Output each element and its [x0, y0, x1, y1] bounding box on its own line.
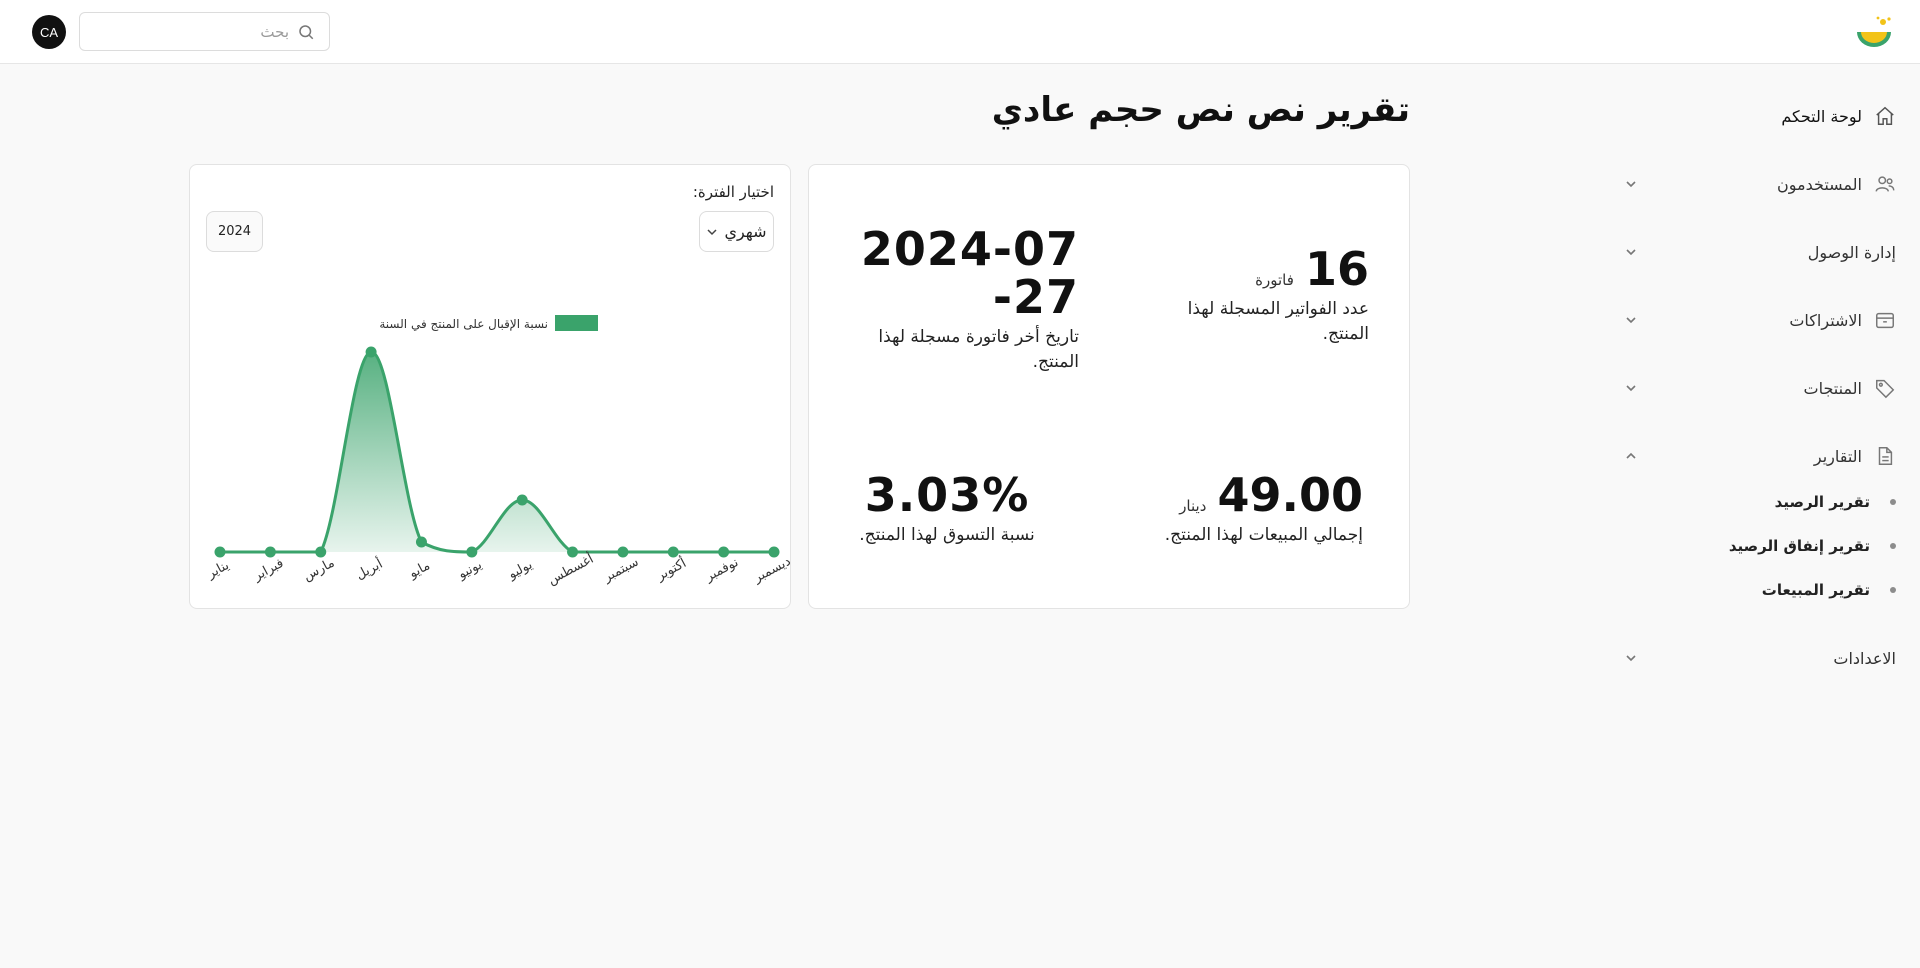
- data-point-6[interactable]: [466, 546, 478, 558]
- sidebar-item-dashboard[interactable]: لوحة التحكم: [1624, 98, 1896, 134]
- top-header: CA: [0, 0, 1920, 64]
- sidebar-item-label: إدارة الوصول: [1807, 242, 1896, 262]
- stat-unit: فاتورة: [1255, 271, 1294, 289]
- stat-value: 2024-07-27: [860, 222, 1079, 324]
- sidebar-subitem-balance-spending-report[interactable]: تقرير إنفاق الرصيد: [1666, 532, 1896, 560]
- stat-unit: دينار: [1179, 497, 1207, 515]
- legend-label: نسبة الإقبال على المنتج في السنة: [379, 317, 548, 331]
- stat-value: 49.00: [1217, 468, 1363, 522]
- stat-description: تاريخ أخر فاتورة مسجلة لهذا المنتج.: [878, 327, 1079, 372]
- x-tick-label: أبريل: [353, 555, 386, 583]
- sidebar-item-label: المنتجات: [1803, 378, 1863, 398]
- sidebar-item-label: التقارير: [1813, 446, 1862, 466]
- legend-swatch: [555, 315, 598, 331]
- sidebar-subitem-label: تقرير إنفاق الرصيد: [1728, 537, 1870, 555]
- users-icon: [1875, 176, 1895, 192]
- sidebar-item-access-management[interactable]: إدارة الوصول: [1624, 234, 1896, 270]
- bullet-dot: [1890, 543, 1896, 549]
- chevron-down-icon: [1626, 317, 1636, 324]
- x-tick-label: يوليو: [505, 557, 535, 583]
- data-point-10[interactable]: [667, 546, 679, 558]
- brand-logo-icon[interactable]: [1853, 14, 1895, 52]
- x-tick-label: نوفمبر: [702, 555, 741, 585]
- data-point-2[interactable]: [264, 546, 276, 558]
- chevron-down-icon: [1626, 249, 1636, 256]
- sidebar-item-label: المستخدمون: [1777, 174, 1862, 194]
- stat-value: 16: [1304, 242, 1369, 296]
- chevron-down-icon: [1626, 181, 1636, 188]
- sidebar-item-settings[interactable]: الاعدادات: [1624, 640, 1896, 676]
- chevron-up-icon: [1626, 452, 1636, 459]
- data-point-3[interactable]: [315, 546, 327, 558]
- data-point-4[interactable]: [365, 346, 377, 358]
- data-point-11[interactable]: [718, 546, 730, 558]
- data-point-1[interactable]: [214, 546, 226, 558]
- chart-card: اختيار الفترة: شهري 2024 نسبة الإقبال عل…: [189, 164, 792, 609]
- x-tick-label: يناير: [204, 558, 232, 582]
- bullet-dot: [1890, 499, 1896, 505]
- search-input[interactable]: [109, 22, 289, 41]
- series-line: [219, 350, 774, 554]
- stat-description: إجمالي المبيعات لهذا المنتج.: [1164, 525, 1363, 545]
- tag-icon: [1876, 379, 1895, 399]
- stats-card: 16 فاتورة عدد الفواتير المسجلة لهذا المن…: [808, 164, 1410, 609]
- sidebar-subitem-balance-report[interactable]: تقرير الرصيد: [1666, 488, 1896, 516]
- chevron-down-icon: [1626, 385, 1636, 392]
- data-point-9[interactable]: [617, 546, 629, 558]
- bullet-dot: [1890, 587, 1896, 593]
- sidebar-item-reports[interactable]: التقارير: [1624, 438, 1896, 474]
- sidebar-subitem-label: تقرير الرصيد: [1774, 493, 1870, 511]
- sidebar-item-users[interactable]: المستخدمون: [1624, 166, 1896, 202]
- sidebar-item-products[interactable]: المنتجات: [1624, 370, 1896, 406]
- sidebar-item-label: لوحة التحكم: [1781, 106, 1862, 126]
- x-tick-label: يونيو: [455, 557, 485, 582]
- x-tick-label: ديسمبر: [750, 554, 792, 586]
- page-title: تقرير نص نص حجم عادي: [991, 90, 1410, 130]
- home-icon: [1876, 106, 1894, 125]
- stat-description: نسبة التسوق لهذا المنتج.: [859, 525, 1035, 545]
- sidebar: لوحة التحكم المستخدمون إدارة الوصول الاش…: [1620, 64, 1920, 968]
- area-chart: نسبة الإقبال على المنتج في السنة يناير فب…: [204, 315, 792, 588]
- sidebar-item-subscriptions[interactable]: الاشتراكات: [1624, 302, 1896, 338]
- search-box[interactable]: [79, 12, 330, 51]
- data-point-12[interactable]: [768, 546, 780, 558]
- box-icon: [1876, 312, 1894, 329]
- user-avatar[interactable]: CA: [32, 15, 66, 49]
- x-tick-label: مايو: [406, 558, 433, 582]
- stat-total-sales: 49.00 دينار إجمالي المبيعات لهذا المنتج.: [1123, 471, 1363, 548]
- x-tick-label: مارس: [301, 556, 337, 585]
- data-point-8[interactable]: [567, 546, 579, 558]
- file-icon: [1878, 447, 1893, 465]
- x-tick-label: سبتمبر: [600, 555, 641, 586]
- sidebar-item-label: الاعدادات: [1833, 648, 1896, 668]
- stat-last-invoice-date: 2024-07-27 تاريخ أخر فاتورة مسجلة لهذا ا…: [849, 225, 1079, 375]
- data-point-7[interactable]: [516, 494, 528, 506]
- stat-invoice-count: 16 فاتورة عدد الفواتير المسجلة لهذا المن…: [1149, 245, 1369, 347]
- sidebar-item-label: الاشتراكات: [1789, 310, 1862, 330]
- x-tick-label: فبراير: [250, 556, 286, 585]
- stat-value: 3.03%: [864, 468, 1030, 522]
- sidebar-subitem-sales-report[interactable]: تقرير المبيعات: [1666, 576, 1896, 604]
- stat-market-share: 3.03% نسبة التسوق لهذا المنتج.: [837, 471, 1057, 548]
- sidebar-subitem-label: تقرير المبيعات: [1761, 581, 1870, 599]
- chevron-down-icon: [1626, 655, 1636, 662]
- stat-description: عدد الفواتير المسجلة لهذا المنتج.: [1187, 299, 1369, 344]
- data-point-5[interactable]: [415, 536, 427, 548]
- x-tick-label: أكتوبر: [652, 554, 688, 584]
- search-icon: [299, 24, 314, 39]
